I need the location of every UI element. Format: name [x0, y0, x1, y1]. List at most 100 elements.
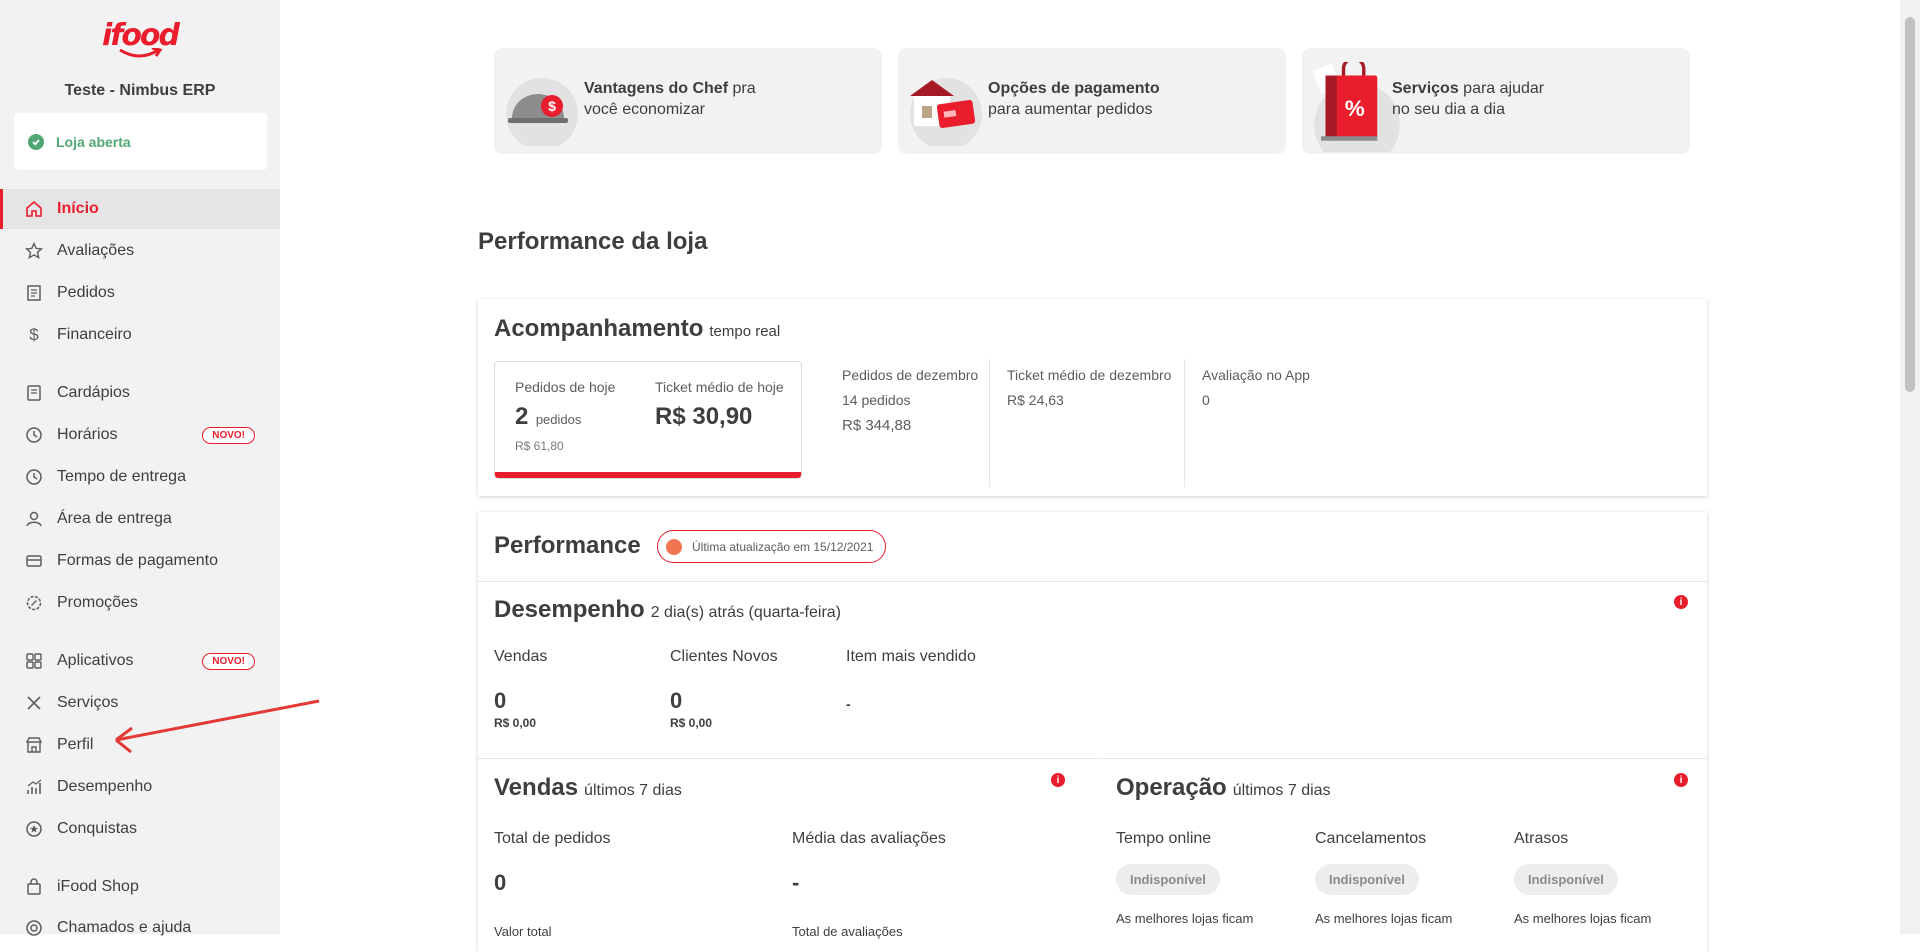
today-orders-row: 2 pedidos	[515, 403, 615, 431]
unavailable-pill: Indisponível	[1315, 864, 1419, 895]
promo-rest: para ajudar	[1458, 80, 1545, 97]
tempo-online-label: Tempo online	[1116, 830, 1212, 847]
best-stores-text: As melhores lojas ficam	[1514, 911, 1652, 926]
sidebar-item-aplicativos[interactable]: Aplicativos NOVO!	[0, 641, 280, 681]
promo-rest: pra	[728, 80, 756, 97]
sidebar-item-financeiro[interactable]: $ Financeiro	[0, 315, 280, 355]
vendas7-title: Vendas últimos 7 dias	[494, 774, 682, 802]
operacao-subtitle: últimos 7 dias	[1232, 782, 1331, 799]
dollar-icon: $	[29, 325, 39, 344]
dec-ticket: Ticket médio de dezembro R$ 24,63	[1007, 367, 1171, 408]
divider	[1184, 359, 1185, 487]
sidebar-item-label: iFood Shop	[57, 878, 139, 895]
unavailable-pill: Indisponível	[1514, 864, 1618, 895]
ifood-logo[interactable]: ifood	[100, 18, 180, 66]
sidebar-item-label: Perfil	[57, 736, 94, 753]
store-status-label: Loja aberta	[56, 133, 131, 150]
scrollbar-thumb[interactable]	[1905, 17, 1915, 392]
bag-icon	[24, 877, 44, 897]
apps-icon	[24, 651, 44, 671]
sidebar-item-perfil[interactable]: Perfil	[0, 725, 280, 765]
sidebar-item-promocoes[interactable]: Promoções	[0, 583, 280, 623]
promo-card-chef[interactable]: $ Vantagens do Chef pra você economizar	[494, 48, 882, 154]
tempo-online-stat: Tempo online Indisponível As melhores lo…	[1116, 830, 1253, 926]
today-orders-value: 2	[515, 403, 529, 430]
sidebar-item-label: Pedidos	[57, 284, 115, 301]
today-summary[interactable]: Pedidos de hoje 2 pedidos R$ 61,80 Ticke…	[494, 361, 802, 479]
promo-card-servicos[interactable]: % Serviços para ajudar no seu dia a dia	[1302, 48, 1690, 154]
info-icon[interactable]: i	[1051, 773, 1065, 787]
divider	[989, 359, 990, 487]
app-rating-label: Avaliação no App	[1202, 367, 1310, 383]
promo-card-pagamento[interactable]: Opções de pagamento para aumentar pedido…	[898, 48, 1286, 154]
today-orders-label: Pedidos de hoje	[515, 379, 616, 395]
vendas-value: 0	[494, 688, 507, 713]
cancelamentos-stat: Cancelamentos Indisponível As melhores l…	[1315, 830, 1452, 926]
svg-text:%: %	[1345, 96, 1365, 121]
atrasos-stat: Atrasos Indisponível As melhores lojas f…	[1514, 830, 1651, 926]
info-icon[interactable]: i	[1674, 595, 1688, 609]
dec-orders-count: 14 pedidos	[842, 392, 911, 408]
clientes-stat: Clientes Novos 0 R$ 0,00	[670, 648, 778, 730]
desempenho-subtitle: 2 dia(s) atrás (quarta-feira)	[650, 604, 841, 621]
dec-orders-total: R$ 344,88	[842, 417, 912, 434]
desempenho-title: Desempenho 2 dia(s) atrás (quarta-feira)	[494, 596, 841, 624]
today-ticket-label: Ticket médio de hoje	[655, 379, 784, 395]
total-pedidos-value: 0	[494, 870, 507, 895]
divider	[478, 758, 1098, 759]
store-icon	[24, 735, 44, 755]
sidebar-item-servicos[interactable]: Serviços	[0, 683, 280, 723]
tools-icon	[24, 693, 44, 713]
vendas7-title-text: Vendas	[494, 774, 579, 801]
promo-bold: Opções de pagamento	[988, 80, 1160, 97]
novo-badge: NOVO!	[202, 426, 255, 444]
payment-house-icon	[910, 78, 982, 146]
medal-icon	[24, 819, 44, 839]
performance-card: Performance Última atualização em 15/12/…	[478, 512, 1707, 952]
status-dot-icon	[666, 538, 682, 555]
atrasos-label: Atrasos	[1514, 830, 1569, 847]
vendas-stat: Vendas 0 R$ 0,00	[494, 648, 547, 730]
acompanhamento-subtitle: tempo real	[709, 323, 781, 340]
info-icon[interactable]: i	[1674, 773, 1688, 787]
home-icon	[24, 199, 44, 219]
sidebar-item-label: Tempo de entrega	[57, 468, 186, 485]
store-status[interactable]: Loja aberta	[14, 113, 267, 170]
sidebar-item-conquistas[interactable]: Conquistas	[0, 809, 280, 849]
card-icon	[24, 551, 44, 571]
clientes-money: R$ 0,00	[670, 716, 713, 730]
clock-icon	[24, 425, 44, 445]
sidebar-item-horarios[interactable]: Horários NOVO!	[0, 415, 280, 455]
sidebar-item-area-entrega[interactable]: Área de entrega	[0, 499, 280, 539]
sidebar-item-inicio[interactable]: Início	[0, 189, 280, 229]
media-stat: Média das avaliações - Total de avaliaçõ…	[792, 830, 946, 939]
operacao-title-text: Operação	[1116, 774, 1227, 801]
sidebar-item-avaliacoes[interactable]: Avaliações	[0, 231, 280, 271]
promo-line2: você economizar	[584, 101, 705, 118]
sidebar-item-label: Desempenho	[57, 778, 153, 795]
last-update-text: Última atualização em 15/12/2021	[692, 539, 874, 554]
page-scrollbar[interactable]	[1900, 0, 1920, 934]
sidebar-item-pedidos[interactable]: Pedidos	[0, 273, 280, 313]
today-orders-unit: pedidos	[535, 412, 582, 427]
media-value: -	[792, 870, 800, 895]
sidebar-item-formas-pagamento[interactable]: Formas de pagamento	[0, 541, 280, 581]
chart-icon	[24, 777, 44, 797]
best-stores-text: As melhores lojas ficam	[1116, 911, 1254, 926]
sidebar-item-cardapios[interactable]: Cardápios	[0, 373, 280, 413]
location-icon	[24, 509, 44, 529]
sidebar-item-label: Financeiro	[57, 326, 132, 343]
clientes-label: Clientes Novos	[670, 648, 778, 665]
sidebar-item-chamados[interactable]: Chamados e ajuda	[0, 908, 280, 948]
acompanhamento-title: Acompanhamento tempo real	[494, 315, 780, 343]
sidebar-item-tempo-entrega[interactable]: Tempo de entrega	[0, 457, 280, 497]
promo-text: Opções de pagamento para aumentar pedido…	[988, 78, 1160, 120]
vendas7-subtitle: últimos 7 dias	[584, 782, 682, 799]
sidebar: ifood Teste - Nimbus ERP Loja aberta Iní…	[0, 0, 280, 936]
vendas-label: Vendas	[494, 648, 548, 665]
sidebar-item-label: Início	[57, 200, 99, 217]
receipt-icon	[24, 283, 44, 303]
sidebar-item-desempenho[interactable]: Desempenho	[0, 767, 280, 807]
promo-bold: Serviços	[1392, 80, 1459, 97]
sidebar-item-ifood-shop[interactable]: iFood Shop	[0, 867, 280, 907]
